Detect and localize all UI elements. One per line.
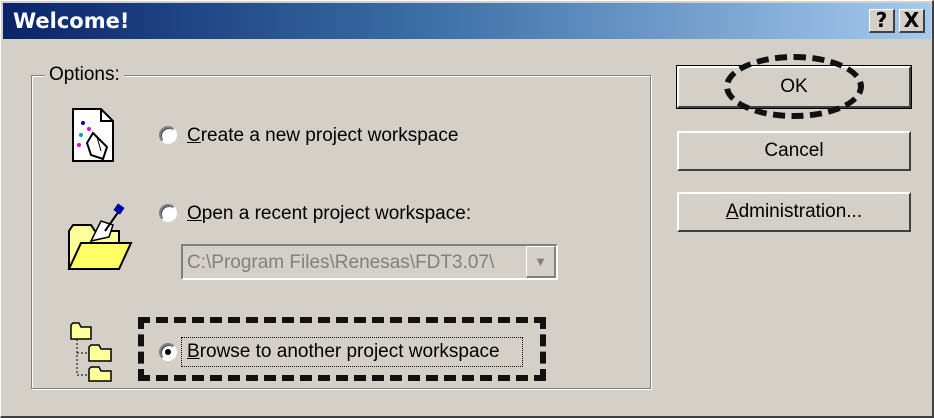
- open-recent-label[interactable]: Open a recent project workspace:: [187, 203, 471, 225]
- close-button[interactable]: X: [899, 9, 925, 33]
- welcome-dialog: Welcome! ? X Options: Create a new proje…: [0, 0, 934, 418]
- help-button[interactable]: ?: [869, 9, 895, 33]
- administration-button[interactable]: Administration...: [677, 192, 911, 232]
- open-recent-mnemonic: O: [187, 203, 202, 224]
- dropdown-arrow-icon[interactable]: ▼: [526, 246, 556, 278]
- create-workspace-label[interactable]: Create a new project workspace: [187, 125, 458, 147]
- create-mnemonic: C: [187, 125, 201, 146]
- administration-mnemonic: A: [725, 201, 739, 222]
- create-workspace-radio[interactable]: [159, 126, 177, 144]
- options-group-label: Options:: [45, 64, 124, 86]
- open-recent-radio[interactable]: [159, 204, 177, 222]
- title-bar[interactable]: Welcome! ? X: [3, 3, 931, 39]
- recent-workspace-combo[interactable]: C:\Program Files\Renesas\FDT3.07\ ▼: [181, 244, 558, 280]
- dialog-title: Welcome!: [13, 9, 130, 33]
- recent-workspace-value: C:\Program Files\Renesas\FDT3.07\: [187, 252, 495, 273]
- administration-label-rest: dministration...: [738, 201, 863, 222]
- browse-highlight-rect: [138, 317, 546, 381]
- open-folder-icon: [67, 203, 133, 270]
- folder-tree-icon: [70, 322, 112, 382]
- ok-highlight-oval: [724, 54, 864, 119]
- create-label-rest: reate a new project workspace: [200, 125, 459, 146]
- new-project-icon: [72, 108, 114, 162]
- cancel-button[interactable]: Cancel: [677, 131, 911, 171]
- open-recent-label-rest: pen a recent project workspace:: [201, 203, 472, 224]
